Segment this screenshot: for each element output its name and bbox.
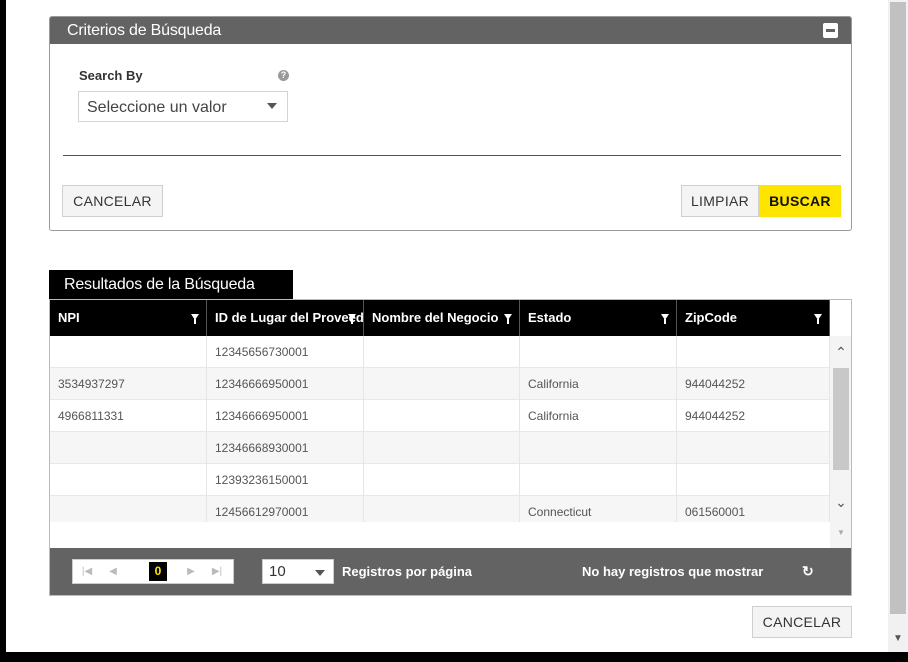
cancel-criteria-button[interactable]: CANCELAR [62, 185, 163, 217]
window-scrollbar[interactable]: ▼ [888, 0, 908, 652]
search-criteria-panel: Criterios de Búsqueda Search By ? Selecc… [49, 16, 852, 231]
cell-provider-location-id: 12346668930001 [207, 432, 364, 464]
column-header-label: Nombre del Negocio [372, 310, 499, 325]
page-size-label: Registros por página [342, 564, 473, 579]
cell-zipcode [677, 432, 830, 464]
column-header-label: NPI [58, 310, 80, 325]
pager-info: No hay registros que mostrar [582, 564, 764, 579]
filter-icon[interactable] [191, 314, 199, 324]
last-page-icon[interactable]: ▶| [205, 560, 229, 583]
chevron-down-icon[interactable]: ⌄ [830, 494, 851, 511]
refresh-icon[interactable]: ↻ [802, 564, 816, 578]
cell-npi: 4966811331 [50, 400, 207, 432]
divider [63, 155, 841, 156]
table-row[interactable]: 4966811331 12346666950001 California 944… [50, 400, 830, 432]
table-row[interactable]: 12345656730001 [50, 336, 830, 368]
scrollbar-thumb[interactable] [833, 368, 849, 470]
chevron-down-icon [267, 103, 277, 109]
current-page[interactable]: 0 [149, 562, 167, 581]
cell-zipcode: 944044252 [677, 400, 830, 432]
cell-provider-location-id: 12345656730001 [207, 336, 364, 368]
cell-npi [50, 464, 207, 496]
search-by-selected-value: Seleccione un valor [87, 99, 227, 116]
cell-provider-location-id: 12393236150001 [207, 464, 364, 496]
column-header-label: ZipCode [685, 310, 737, 325]
scrollbar-thumb[interactable] [890, 2, 906, 614]
column-header-state[interactable]: Estado [520, 300, 677, 336]
help-icon[interactable]: ? [278, 70, 289, 81]
cell-state [520, 336, 677, 368]
cell-state [520, 464, 677, 496]
cell-provider-location-id: 12346666950001 [207, 368, 364, 400]
results-grid: NPI ID de Lugar del Proveedor Nombre del… [49, 299, 852, 596]
search-dialog: Criterios de Búsqueda Search By ? Selecc… [6, 0, 888, 652]
chevron-up-icon[interactable]: ⌃ [830, 344, 851, 361]
column-header-provider-location-id[interactable]: ID de Lugar del Proveedor [207, 300, 364, 336]
column-header-npi[interactable]: NPI [50, 300, 207, 336]
search-by-select[interactable]: Seleccione un valor [78, 91, 288, 122]
table-row[interactable]: 12393236150001 [50, 464, 830, 496]
first-page-icon[interactable]: |◀ [75, 560, 99, 583]
cell-state [520, 432, 677, 464]
page-size-value: 10 [269, 563, 286, 580]
cell-npi [50, 336, 207, 368]
chevron-down-icon [315, 570, 325, 576]
cell-zipcode: 944044252 [677, 368, 830, 400]
grid-body: 12345656730001 3534937297 12346666950001… [50, 336, 830, 528]
cell-zipcode [677, 336, 830, 368]
filter-icon[interactable] [504, 314, 512, 324]
next-page-icon[interactable]: ▶ [179, 560, 203, 583]
page-navigation: |◀ ◀ 0 ▶ ▶| [72, 559, 234, 584]
cell-business-name [364, 368, 520, 400]
results-title: Resultados de la Búsqueda [49, 270, 293, 300]
previous-page-icon[interactable]: ◀ [101, 560, 125, 583]
cell-business-name [364, 464, 520, 496]
cell-business-name [364, 336, 520, 368]
search-button[interactable]: BUSCAR [759, 185, 841, 217]
cell-business-name [364, 400, 520, 432]
column-header-label: Estado [528, 310, 572, 325]
scroll-down-arrow-icon[interactable]: ▼ [830, 528, 851, 537]
cell-state: California [520, 400, 677, 432]
page-size-select[interactable]: 10 [262, 559, 334, 584]
grid-vertical-scrollbar[interactable]: ⌃ ⌄ ▼ [830, 336, 851, 548]
column-header-label: ID de Lugar del Proveedor [215, 310, 364, 325]
cell-provider-location-id: 12346666950001 [207, 400, 364, 432]
cell-npi: 3534937297 [50, 368, 207, 400]
cell-state: California [520, 368, 677, 400]
cell-business-name [364, 432, 520, 464]
cell-npi [50, 432, 207, 464]
search-by-label: Search By [79, 68, 143, 83]
grid-horizontal-scrollbar[interactable] [50, 522, 830, 548]
table-row[interactable]: 12346668930001 [50, 432, 830, 464]
scroll-down-arrow-icon[interactable]: ▼ [888, 632, 908, 646]
clear-button[interactable]: LIMPIAR [681, 185, 759, 217]
table-row[interactable]: 3534937297 12346666950001 California 944… [50, 368, 830, 400]
pager: |◀ ◀ 0 ▶ ▶| 10 Registros por página No h… [50, 548, 851, 595]
column-header-business-name[interactable]: Nombre del Negocio [364, 300, 520, 336]
cell-zipcode [677, 464, 830, 496]
filter-icon[interactable] [661, 314, 669, 324]
grid-header: NPI ID de Lugar del Proveedor Nombre del… [50, 300, 830, 336]
filter-icon[interactable] [348, 314, 356, 324]
criteria-panel-title: Criterios de Búsqueda [67, 22, 222, 39]
collapse-icon[interactable] [823, 23, 838, 38]
column-header-zipcode[interactable]: ZipCode [677, 300, 830, 336]
filter-icon[interactable] [814, 314, 822, 324]
criteria-panel-header: Criterios de Búsqueda [50, 17, 851, 44]
cancel-button[interactable]: CANCELAR [752, 606, 852, 638]
